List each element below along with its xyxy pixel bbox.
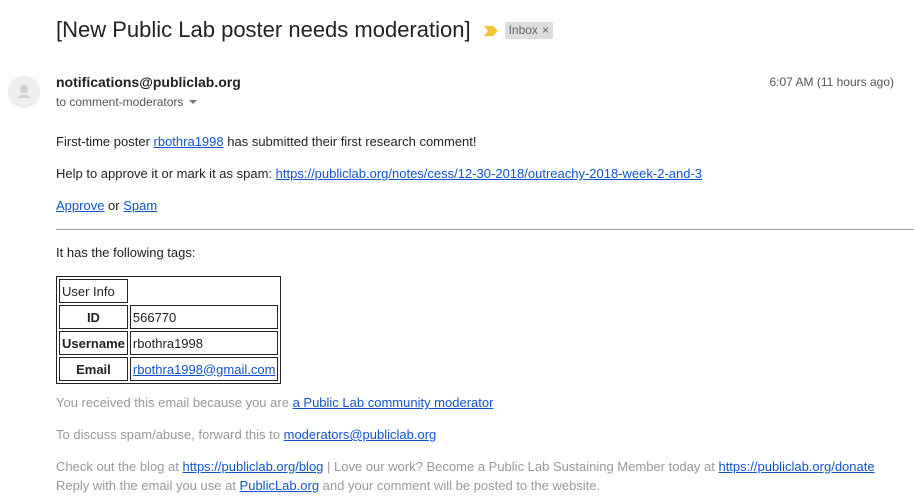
table-value-cell: 566770 bbox=[129, 305, 279, 329]
blog-link[interactable]: https://publiclab.org/blog bbox=[182, 459, 323, 474]
approve-link[interactable]: Approve bbox=[56, 198, 104, 213]
footer-line-1: You received this email because you are … bbox=[56, 395, 493, 410]
table-row: Email rbothra1998@gmail.com bbox=[59, 357, 279, 381]
text: To discuss spam/abuse, forward this to bbox=[56, 427, 284, 442]
table-key-cell: ID bbox=[59, 305, 128, 329]
remove-label-icon[interactable]: × bbox=[542, 23, 549, 38]
sender-email[interactable]: notifications@publiclab.org bbox=[56, 74, 241, 90]
text: Help to approve it or mark it as spam: bbox=[56, 166, 276, 181]
text: You received this email because you are bbox=[56, 395, 293, 410]
donate-link[interactable]: https://publiclab.org/donate bbox=[718, 459, 874, 474]
recipients-text: to comment-moderators bbox=[56, 95, 184, 109]
table-key-cell: Username bbox=[59, 331, 128, 355]
table-row: Username rbothra1998 bbox=[59, 331, 279, 355]
moderation-actions: Approve or Spam bbox=[56, 198, 157, 213]
moderators-email-link[interactable]: moderators@publiclab.org bbox=[284, 427, 437, 442]
tags-intro: It has the following tags: bbox=[56, 245, 196, 260]
text: First-time poster bbox=[56, 134, 154, 149]
table-header-cell: User Info bbox=[59, 279, 128, 303]
text: and your comment will be posted to the w… bbox=[319, 478, 601, 493]
body-paragraph-1: First-time poster rbothra1998 has submit… bbox=[56, 134, 477, 149]
divider bbox=[56, 229, 914, 230]
footer-line-3: Check out the blog at https://publiclab.… bbox=[56, 459, 875, 474]
body-paragraph-2: Help to approve it or mark it as spam: h… bbox=[56, 166, 702, 181]
poster-user-link[interactable]: rbothra1998 bbox=[154, 134, 224, 149]
text: | Love our work? Become a Public Lab Sus… bbox=[323, 459, 719, 474]
sender-avatar-icon bbox=[8, 76, 40, 108]
importance-marker-icon[interactable] bbox=[483, 24, 499, 36]
table-empty-cell bbox=[130, 279, 279, 303]
text: or bbox=[104, 198, 124, 213]
moderator-link[interactable]: a Public Lab community moderator bbox=[293, 395, 494, 410]
chevron-down-icon[interactable] bbox=[189, 100, 198, 104]
user-email-link[interactable]: rbothra1998@gmail.com bbox=[133, 362, 276, 377]
inbox-label-chip: Inbox × bbox=[504, 21, 553, 39]
table-row: User Info bbox=[59, 279, 278, 303]
text: Check out the blog at bbox=[56, 459, 183, 474]
user-info-table: User Info ID 566770 Username rbothra1998… bbox=[56, 276, 282, 384]
note-link[interactable]: https://publiclab.org/notes/cess/12-30-2… bbox=[276, 166, 702, 181]
message-timestamp: 6:07 AM (11 hours ago) bbox=[769, 75, 894, 89]
table-key-cell: Email bbox=[59, 357, 128, 381]
table-value-cell: rbothra1998 bbox=[129, 331, 279, 355]
footer-line-2: To discuss spam/abuse, forward this to m… bbox=[56, 427, 436, 442]
text: has submitted their first research comme… bbox=[223, 134, 477, 149]
table-row: ID 566770 bbox=[59, 305, 279, 329]
subject-text: [New Public Lab poster needs moderation] bbox=[56, 17, 471, 42]
recipients-toggle[interactable]: to comment-moderators bbox=[56, 95, 198, 109]
inbox-label-text: Inbox bbox=[508, 22, 538, 37]
email-subject: [New Public Lab poster needs moderation]… bbox=[56, 14, 553, 46]
text: Reply with the email you use at bbox=[56, 478, 240, 493]
table-value-cell: rbothra1998@gmail.com bbox=[129, 357, 279, 381]
footer-line-4: Reply with the email you use at PublicLa… bbox=[56, 478, 600, 493]
spam-link[interactable]: Spam bbox=[123, 198, 157, 213]
publiclab-link[interactable]: PublicLab.org bbox=[240, 478, 320, 493]
